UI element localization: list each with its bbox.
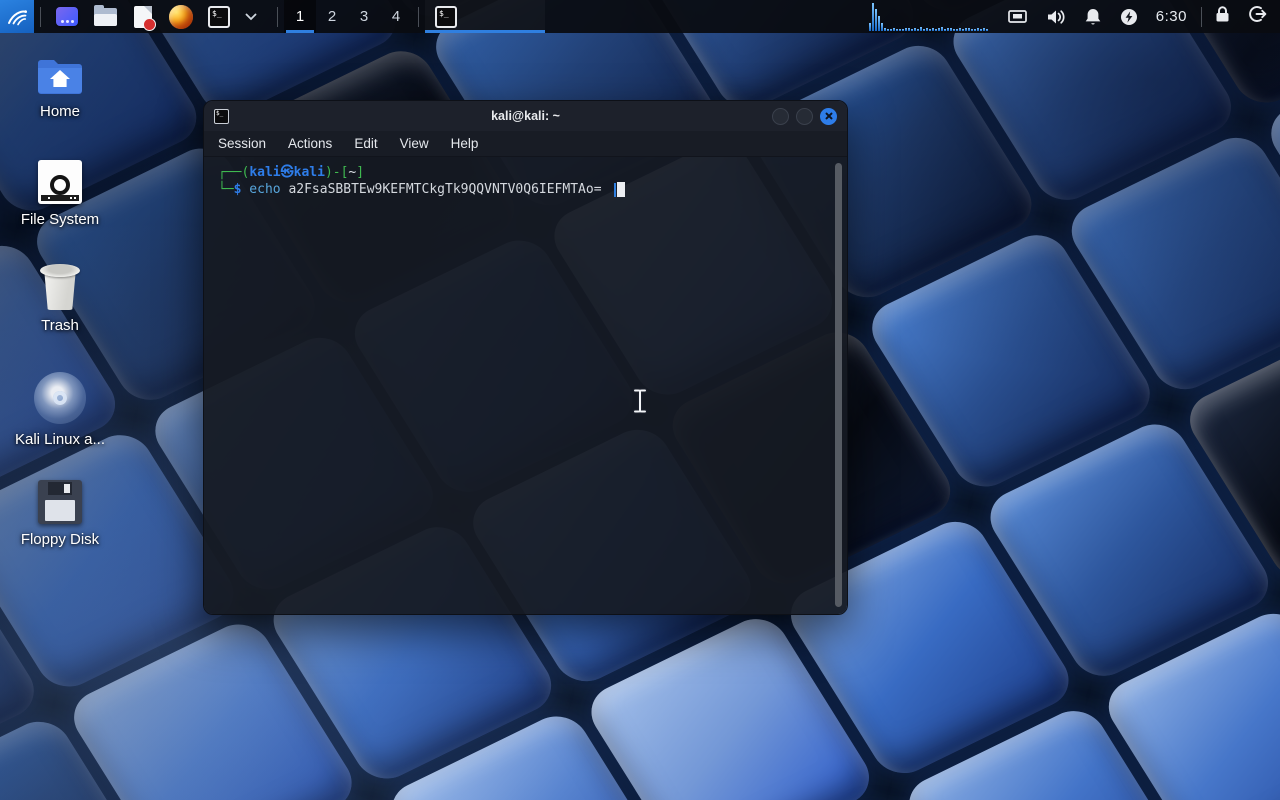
logout-icon[interactable] [1249,5,1268,28]
top-panel: $_ 1 2 3 4 $_ [0,0,1280,33]
menu-actions[interactable]: Actions [288,136,332,151]
notifications-bell-icon[interactable] [1084,7,1102,26]
document-icon [134,6,152,28]
launcher-terminal[interactable]: $_ [207,5,231,29]
hard-drive-icon [38,160,82,204]
desktop-icon-label: File System [21,211,99,228]
workspace-4[interactable]: 4 [380,0,412,33]
home-folder-icon [36,56,84,96]
panel-separator [1201,7,1202,27]
launcher-appfinder[interactable] [55,5,79,29]
prompt-line-2: └─$ echo a2FsaSBBTEw9KEFMTCkgTk9QQVNTV0Q… [218,181,833,198]
desktop-icon-label: Kali Linux a... [15,431,105,448]
desktop-icon-label: Floppy Disk [21,531,99,548]
terminal-titlebar[interactable]: $_ kali@kali: ~ [204,101,847,131]
workspace-1[interactable]: 1 [284,0,316,33]
terminal-menubar: Session Actions Edit View Help [204,131,847,157]
panel-separator [40,7,41,27]
close-button[interactable] [820,108,837,125]
desktop-icon-kali-linux[interactable]: Kali Linux a... [8,372,112,448]
mouse-ibeam-cursor [631,388,649,419]
terminal-content[interactable]: ┌──(kali㉿kali)-[~] └─$ echo a2FsaSBBTEw9… [204,157,847,615]
desktop-icon-file-system[interactable]: File System [8,160,112,228]
launcher-dropdown-button[interactable] [239,5,263,29]
session-tray [1208,5,1280,28]
lock-screen-icon[interactable] [1214,5,1231,28]
terminal-icon: $_ [435,6,457,28]
prompt-line-1: ┌──(kali㉿kali)-[~] [218,164,833,181]
desktop-icon-label: Home [40,103,80,120]
workspace-2[interactable]: 2 [316,0,348,33]
trash-can-icon [39,264,81,310]
kali-logo-icon [6,6,28,28]
launcher-text-editor[interactable] [131,5,155,29]
minimize-button[interactable] [772,108,789,125]
menu-session[interactable]: Session [218,136,266,151]
applications-menu-button[interactable] [0,0,34,33]
terminal-scrollbar[interactable] [835,163,842,607]
maximize-button[interactable] [796,108,813,125]
launcher-firefox[interactable] [169,5,193,29]
desktop-icon-floppy-disk[interactable]: Floppy Disk [8,480,112,548]
terminal-cursor [617,182,625,197]
cd-disc-icon [34,372,86,424]
volume-tray-icon[interactable] [1046,8,1066,26]
firefox-icon [169,5,193,29]
power-manager-icon[interactable] [1120,8,1138,26]
desktop: $_ 1 2 3 4 $_ [0,0,1280,800]
menu-help[interactable]: Help [451,136,479,151]
launcher-bar: $_ [47,5,271,29]
window-title: kali@kali: ~ [204,109,847,123]
workspace-3[interactable]: 3 [348,0,380,33]
terminal-icon: $_ [208,6,230,28]
desktop-icon-home[interactable]: Home [8,56,112,120]
window-controls [772,108,837,125]
taskbar-terminal-window-button[interactable]: $_ [425,0,545,33]
menu-view[interactable]: View [400,136,429,151]
chevron-down-icon [245,13,257,21]
folder-icon [94,8,117,26]
panel-separator [277,7,278,27]
desktop-icon-trash[interactable]: Trash [8,264,112,334]
text-insert-beam [614,183,616,197]
cpu-graph-widget[interactable] [869,2,993,31]
workspace-switcher: 1 2 3 4 [284,0,412,33]
menu-edit[interactable]: Edit [354,136,377,151]
floppy-disk-icon [38,480,82,524]
terminal-window: $_ kali@kali: ~ Session Actions Edit Vie… [203,100,848,615]
network-tray-icon[interactable] [1007,7,1028,26]
panel-separator [418,7,419,27]
panel-clock[interactable]: 6:30 [1156,8,1187,25]
window-icon [56,7,78,26]
desktop-icon-label: Trash [41,317,79,334]
system-tray: 6:30 [1007,7,1187,26]
launcher-file-manager[interactable] [93,5,117,29]
